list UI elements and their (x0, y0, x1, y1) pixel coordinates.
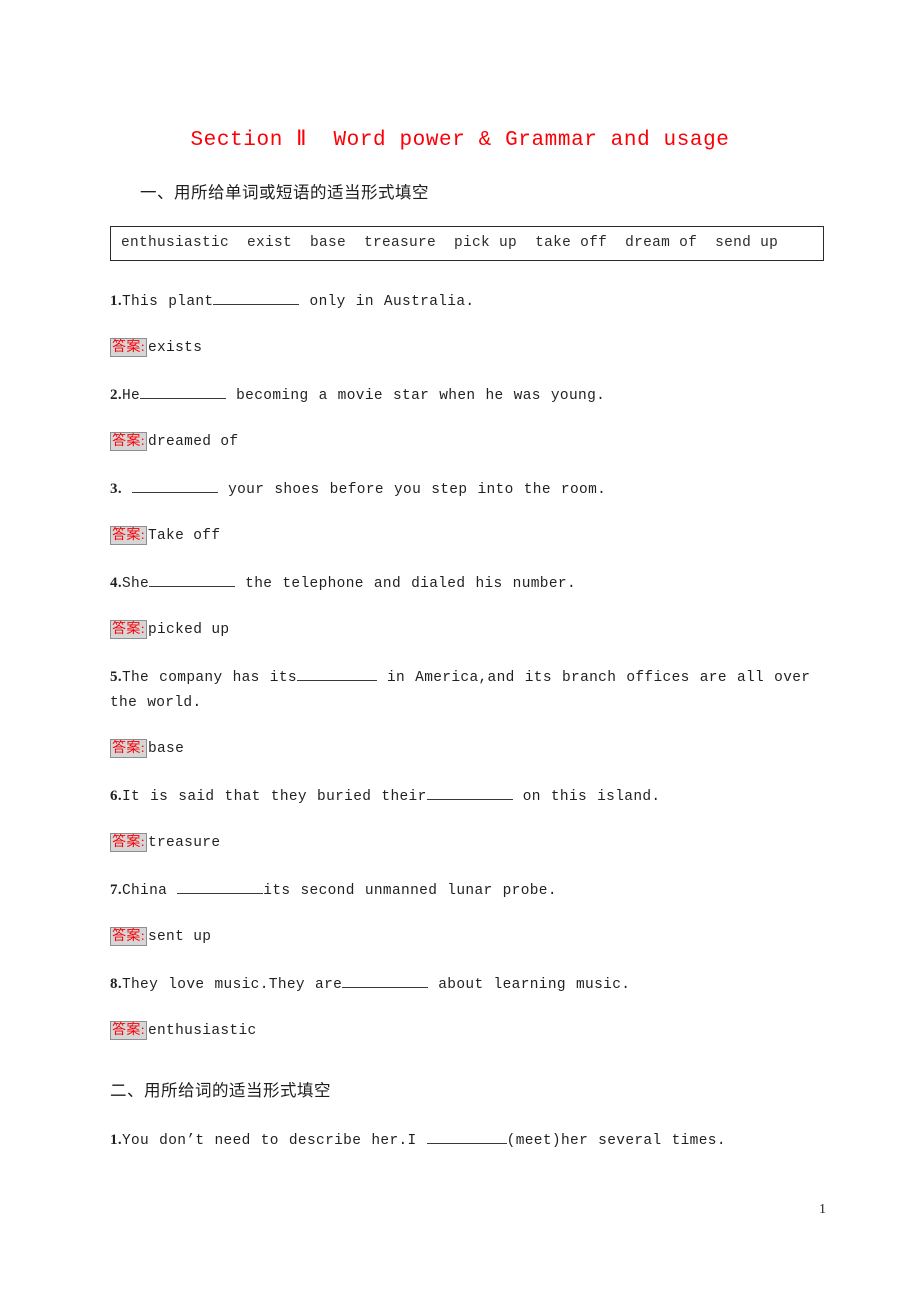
answer-label: 答案 (112, 622, 141, 637)
answer-blank[interactable] (149, 586, 236, 587)
question-text-before: He (121, 388, 141, 404)
question-number: 1. (110, 1132, 122, 1148)
answer-colon: : (140, 622, 145, 637)
answer-label: 答案 (112, 929, 141, 944)
answer-badge: 答案: (110, 620, 147, 639)
question-text-before (122, 482, 132, 498)
question-text-after: about learning music. (428, 977, 631, 993)
answer-blank[interactable] (177, 893, 264, 894)
answer-badge: 答案: (110, 432, 147, 451)
question-number: 7. (110, 882, 122, 898)
question-text-after: only in Australia. (299, 294, 475, 310)
question-text-before: China (121, 883, 178, 899)
question-text-before: The company has its (121, 670, 297, 686)
page-title: Section Ⅱ Word power & Grammar and usage (190, 129, 730, 152)
question-item: 2.He becoming a movie star when he was y… (110, 383, 822, 409)
question-number: 6. (110, 788, 122, 804)
question-text-before: You don’t need to describe her.I (121, 1133, 427, 1149)
question-item: 6.It is said that they buried their on t… (110, 784, 822, 810)
answer-colon: : (140, 340, 145, 355)
answer-badge: 答案: (110, 338, 147, 357)
question-text-after: on this island. (512, 789, 661, 805)
answer-colon: : (140, 741, 145, 756)
answer-colon: : (140, 1023, 145, 1038)
answer-value: Take off (147, 528, 221, 544)
answer-colon: : (140, 434, 145, 449)
question-text-before: It is said that they buried their (121, 789, 427, 805)
question-item: 5.The company has its in America,and its… (110, 665, 822, 716)
answer-colon: : (140, 929, 145, 944)
question-item: 3. your shoes before you step into the r… (110, 477, 822, 503)
answer-value: picked up (147, 622, 230, 638)
question-text-after: its second unmanned lunar probe. (263, 883, 557, 899)
answer-label: 答案 (112, 434, 141, 449)
answer-value: exists (147, 340, 203, 356)
answer-value: enthusiastic (147, 1023, 257, 1039)
document-body: 一、用所给单词或短语的适当形式填空 enthusiastic exist bas… (110, 182, 824, 1176)
answer-line: 答案: dreamed of (110, 431, 822, 453)
answer-label: 答案 (112, 528, 141, 543)
answer-value: base (147, 741, 185, 757)
answer-value: treasure (147, 835, 221, 851)
answer-line: 答案: base (110, 738, 822, 760)
answer-blank[interactable] (426, 799, 513, 800)
question-text-after: your shoes before you step into the room… (218, 482, 607, 498)
question-text-after: the telephone and dialed his number. (235, 576, 577, 592)
word-bank-box: enthusiastic exist base treasure pick up… (110, 226, 824, 261)
question-text-before: She (121, 576, 150, 592)
answer-colon: : (140, 528, 145, 543)
answer-blank[interactable] (426, 1143, 507, 1144)
question-number: 5. (110, 669, 122, 685)
answer-badge: 答案: (110, 927, 147, 946)
question-number: 4. (110, 575, 122, 591)
question-number: 1. (110, 293, 122, 309)
answer-line: 答案: treasure (110, 832, 822, 854)
answer-line: 答案: picked up (110, 619, 822, 641)
question-item: 1.You don’t need to describe her.I (meet… (110, 1128, 822, 1154)
page-number: 1 (819, 1202, 826, 1217)
answer-blank[interactable] (140, 398, 227, 399)
section-heading-1: 一、用所给单词或短语的适当形式填空 (140, 183, 429, 202)
answer-blank[interactable] (132, 492, 219, 493)
question-text-before: This plant (121, 294, 214, 310)
answer-badge: 答案: (110, 833, 147, 852)
answer-line: 答案: Take off (110, 525, 822, 547)
answer-value: dreamed of (147, 434, 239, 450)
answer-label: 答案 (112, 1023, 141, 1038)
answer-line: 答案: sent up (110, 926, 822, 948)
question-item: 8.They love music.They are about learnin… (110, 972, 822, 998)
question-number: 2. (110, 387, 122, 403)
answer-label: 答案 (112, 835, 141, 850)
answer-label: 答案 (112, 741, 141, 756)
question-text-after: becoming a movie star when he was young. (226, 388, 606, 404)
answer-colon: : (140, 835, 145, 850)
question-text-after: (meet)her several times. (506, 1133, 726, 1149)
answer-blank[interactable] (213, 304, 300, 305)
question-text-before: They love music.They are (121, 977, 343, 993)
answer-badge: 答案: (110, 1021, 147, 1040)
answer-badge: 答案: (110, 526, 147, 545)
document-page: Section Ⅱ Word power & Grammar and usage… (0, 0, 920, 1302)
question-item: 4.She the telephone and dialed his numbe… (110, 571, 822, 597)
answer-badge: 答案: (110, 739, 147, 758)
answer-line: 答案: exists (110, 337, 822, 359)
question-number: 8. (110, 976, 122, 992)
answer-value: sent up (147, 929, 212, 945)
answer-blank[interactable] (296, 680, 377, 681)
question-item: 7.China its second unmanned lunar probe. (110, 878, 822, 904)
question-number: 3. (110, 481, 122, 497)
section-heading-2: 二、用所给词的适当形式填空 (110, 1081, 331, 1100)
answer-blank[interactable] (342, 987, 429, 988)
answer-label: 答案 (112, 340, 141, 355)
question-item: 1.This plant only in Australia. (110, 289, 822, 315)
answer-line: 答案: enthusiastic (110, 1020, 822, 1042)
